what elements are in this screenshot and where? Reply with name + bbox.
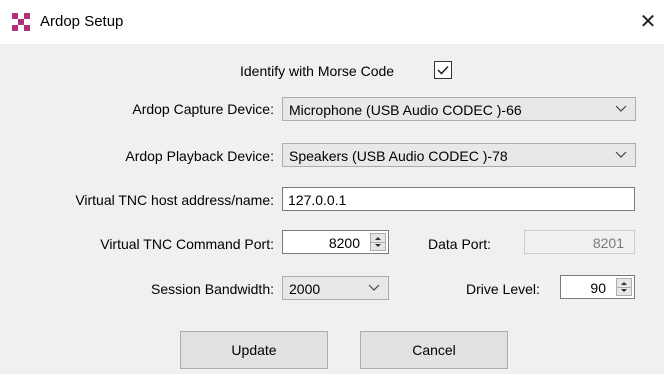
arrow-down-icon[interactable] — [371, 242, 385, 250]
morse-label: Identify with Morse Code — [240, 63, 395, 79]
close-icon[interactable]: ✕ — [632, 6, 664, 38]
playback-device-select[interactable]: Speakers (USB Audio CODEC )-78 — [282, 143, 636, 167]
capture-device-label: Ardop Capture Device: — [132, 101, 274, 117]
host-address-input[interactable]: 127.0.0.1 — [282, 187, 635, 211]
session-bandwidth-select[interactable]: 2000 — [282, 276, 389, 300]
data-port-field: 8201 — [524, 230, 635, 254]
session-bandwidth-value: 2000 — [289, 281, 321, 297]
playback-device-value: Speakers (USB Audio CODEC )-78 — [289, 148, 508, 164]
checkmark-icon — [437, 65, 449, 75]
drive-level-label: Drive Level: — [466, 281, 540, 297]
data-port-value: 8201 — [592, 235, 624, 251]
chevron-down-icon — [615, 151, 627, 158]
command-port-label: Virtual TNC Command Port: — [100, 236, 274, 252]
ardop-app-icon — [12, 13, 30, 31]
drive-level-stepper[interactable]: 90 — [560, 275, 635, 299]
command-port-stepper[interactable]: 8200 — [282, 230, 389, 254]
title-bar: Ardop Setup ✕ — [0, 0, 664, 44]
cancel-button[interactable]: Cancel — [360, 331, 508, 369]
drive-level-spinner[interactable] — [616, 278, 632, 296]
update-button[interactable]: Update — [180, 331, 328, 369]
command-port-spinner[interactable] — [370, 233, 386, 251]
playback-device-label: Ardop Playback Device: — [125, 148, 274, 164]
drive-level-value: 90 — [590, 280, 606, 296]
host-address-label: Virtual TNC host address/name: — [75, 192, 274, 208]
arrow-down-icon[interactable] — [617, 287, 631, 295]
chevron-down-icon — [615, 105, 627, 112]
capture-device-value: Microphone (USB Audio CODEC )-66 — [289, 102, 522, 118]
data-port-label: Data Port: — [428, 236, 492, 252]
capture-device-select[interactable]: Microphone (USB Audio CODEC )-66 — [282, 97, 636, 121]
command-port-value: 8200 — [328, 235, 360, 251]
host-address-value: 127.0.0.1 — [288, 192, 347, 208]
window-title: Ardop Setup — [40, 13, 124, 30]
chevron-down-icon — [368, 284, 380, 291]
morse-checkbox[interactable] — [434, 61, 452, 79]
session-bandwidth-label: Session Bandwidth: — [151, 281, 274, 297]
